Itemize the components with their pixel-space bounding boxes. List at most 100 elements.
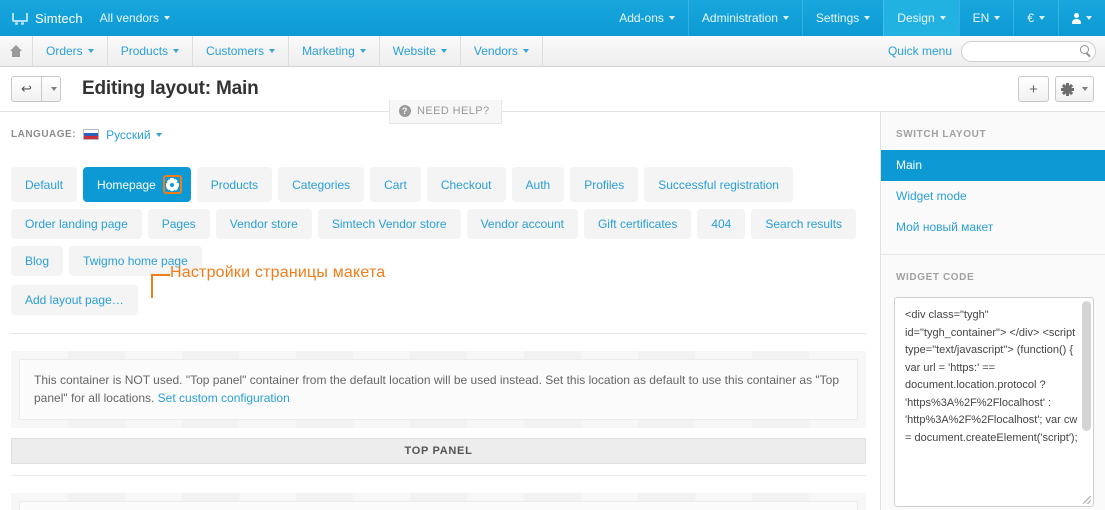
sidebar-item-widget-mode[interactable]: Widget mode [881, 181, 1105, 212]
need-help-tab[interactable]: ? NEED HELP? [389, 100, 503, 124]
topbar-item-administration[interactable]: Administration [687, 0, 802, 36]
settings-dropdown-button[interactable] [1055, 76, 1094, 102]
tab-vendor-store[interactable]: Vendor store [215, 209, 312, 239]
gear-icon [1059, 81, 1075, 97]
annotation-text: Настройки страницы макета [170, 264, 386, 281]
container-header-top-panel[interactable]: TOP PANEL [11, 438, 866, 464]
resize-grip-icon[interactable] [1083, 496, 1091, 504]
subnav-right-group: Quick menu [888, 36, 1105, 66]
tab-cart[interactable]: Cart [370, 167, 421, 202]
chevron-down-icon [173, 49, 180, 53]
tab-homepage[interactable]: Homepage [83, 167, 191, 202]
container-notice: This container is NOT used. "Top panel" … [19, 359, 858, 420]
nav-item-vendors[interactable]: Vendors [461, 36, 543, 66]
main-column: LANGUAGE: Русский Настройки страницы мак… [0, 112, 880, 510]
nav-item-customers[interactable]: Customers [193, 36, 290, 66]
nav-item-website[interactable]: Website [380, 36, 461, 66]
brand-name: Simtech [35, 10, 83, 26]
layout-page-settings-gear-icon[interactable] [162, 175, 182, 194]
add-layout-page-button[interactable]: Add layout page… [11, 285, 138, 315]
nav-item-products[interactable]: Products [108, 36, 194, 66]
tab-label: Gift certificates [597, 217, 678, 231]
page-body: LANGUAGE: Русский Настройки страницы мак… [0, 112, 1105, 510]
tab-order-landing-page[interactable]: Order landing page [11, 209, 142, 239]
layout-page-tabs: Default Homepage Products Categories Car… [11, 142, 871, 276]
tab-products[interactable]: Products [196, 167, 273, 202]
chevron-down-icon [269, 49, 276, 53]
tab-404[interactable]: 404 [697, 209, 746, 239]
need-help-label: NEED HELP? [417, 105, 490, 117]
right-sidebar: SWITCH LAYOUT Main Widget mode Мой новый… [880, 112, 1105, 510]
tab-categories[interactable]: Categories [278, 167, 365, 202]
titlebar-actions: + [1018, 76, 1094, 102]
nav-item-orders[interactable]: Orders [33, 36, 108, 66]
chevron-down-icon [1081, 87, 1088, 91]
tab-pages[interactable]: Pages [147, 209, 210, 239]
nav-item-marketing[interactable]: Marketing [289, 36, 380, 66]
cart-icon [11, 12, 28, 25]
add-button[interactable]: + [1018, 76, 1049, 102]
tab-label: Search results [765, 217, 843, 231]
chevron-down-icon [359, 49, 366, 53]
topbar-item-currency[interactable]: € [1013, 0, 1058, 36]
brand-logo[interactable]: Simtech [0, 0, 97, 36]
widget-code-content: <div class="tygh" id="tygh_container"> <… [905, 309, 1078, 444]
set-custom-configuration-link[interactable]: Set custom configuration [158, 391, 290, 405]
language-value-label: Русский [106, 127, 151, 142]
chevron-down-icon [440, 49, 447, 53]
topbar-language-label: EN [972, 11, 990, 25]
container-block-header: This container is NOT used. "Header" con… [11, 493, 866, 510]
topbar-settings-label: Settings [815, 11, 860, 25]
tab-gift-certificates[interactable]: Gift certificates [583, 209, 692, 239]
search-input[interactable] [961, 40, 1096, 62]
sidebar-item-my-new-layout[interactable]: Мой новый макет [881, 212, 1105, 243]
tab-label: Vendor store [229, 217, 298, 231]
question-mark-icon: ? [399, 105, 411, 117]
topbar-currency-label: € [1027, 11, 1034, 25]
tab-successful-registration[interactable]: Successful registration [644, 167, 793, 202]
container-header-label: TOP PANEL [404, 445, 473, 457]
tab-label: Cart [384, 177, 407, 192]
tab-label: Products [210, 177, 259, 192]
back-dropdown-button[interactable] [42, 76, 61, 102]
topbar-item-language[interactable]: EN [958, 0, 1014, 36]
topbar-item-user[interactable] [1058, 0, 1105, 36]
tab-blog[interactable]: Blog [11, 246, 64, 276]
container-notice-text: This container is NOT used. "Top panel" … [34, 373, 840, 405]
tab-label: Successful registration [658, 177, 779, 192]
topbar-design-label: Design [897, 11, 935, 25]
chevron-down-icon [50, 87, 57, 91]
tab-vendor-account[interactable]: Vendor account [466, 209, 578, 239]
chevron-down-icon [939, 16, 946, 20]
scrollbar-thumb[interactable] [1082, 301, 1091, 431]
quick-menu-link[interactable]: Quick menu [888, 44, 952, 58]
language-value[interactable]: Русский [106, 128, 162, 142]
tab-auth[interactable]: Auth [511, 167, 565, 202]
tab-profiles[interactable]: Profiles [570, 167, 639, 202]
tab-label: Homepage [97, 177, 156, 192]
widget-code-textarea[interactable]: <div class="tygh" id="tygh_container"> <… [894, 297, 1094, 507]
topbar-item-addons[interactable]: Add-ons [606, 0, 688, 36]
search-icon[interactable] [1080, 44, 1089, 54]
tab-search-results[interactable]: Search results [751, 209, 857, 239]
tab-simtech-vendor-store[interactable]: Simtech Vendor store [317, 209, 461, 239]
russian-flag-icon [83, 129, 100, 140]
switch-layout-heading: SWITCH LAYOUT [896, 129, 987, 140]
chevron-down-icon [155, 133, 162, 138]
container-block-top-panel: This container is NOT used. "Top panel" … [11, 351, 866, 428]
nav-home-button[interactable] [0, 36, 33, 66]
divider [11, 475, 866, 476]
tab-default[interactable]: Default [11, 167, 78, 202]
chevron-down-icon [1086, 16, 1092, 20]
nav-vendors-label: Vendors [473, 44, 518, 58]
back-button[interactable]: ↩ [11, 76, 42, 102]
all-vendors-selector[interactable]: All vendors [97, 0, 183, 36]
tab-label: Checkout [440, 177, 492, 192]
chevron-down-icon [522, 49, 529, 53]
sidebar-item-main[interactable]: Main [881, 150, 1105, 181]
topbar-item-settings[interactable]: Settings [801, 0, 883, 36]
topbar-item-design[interactable]: Design [883, 0, 959, 36]
tab-label: 404 [711, 217, 732, 231]
topbar-administration-label: Administration [701, 11, 778, 25]
tab-checkout[interactable]: Checkout [426, 167, 506, 202]
